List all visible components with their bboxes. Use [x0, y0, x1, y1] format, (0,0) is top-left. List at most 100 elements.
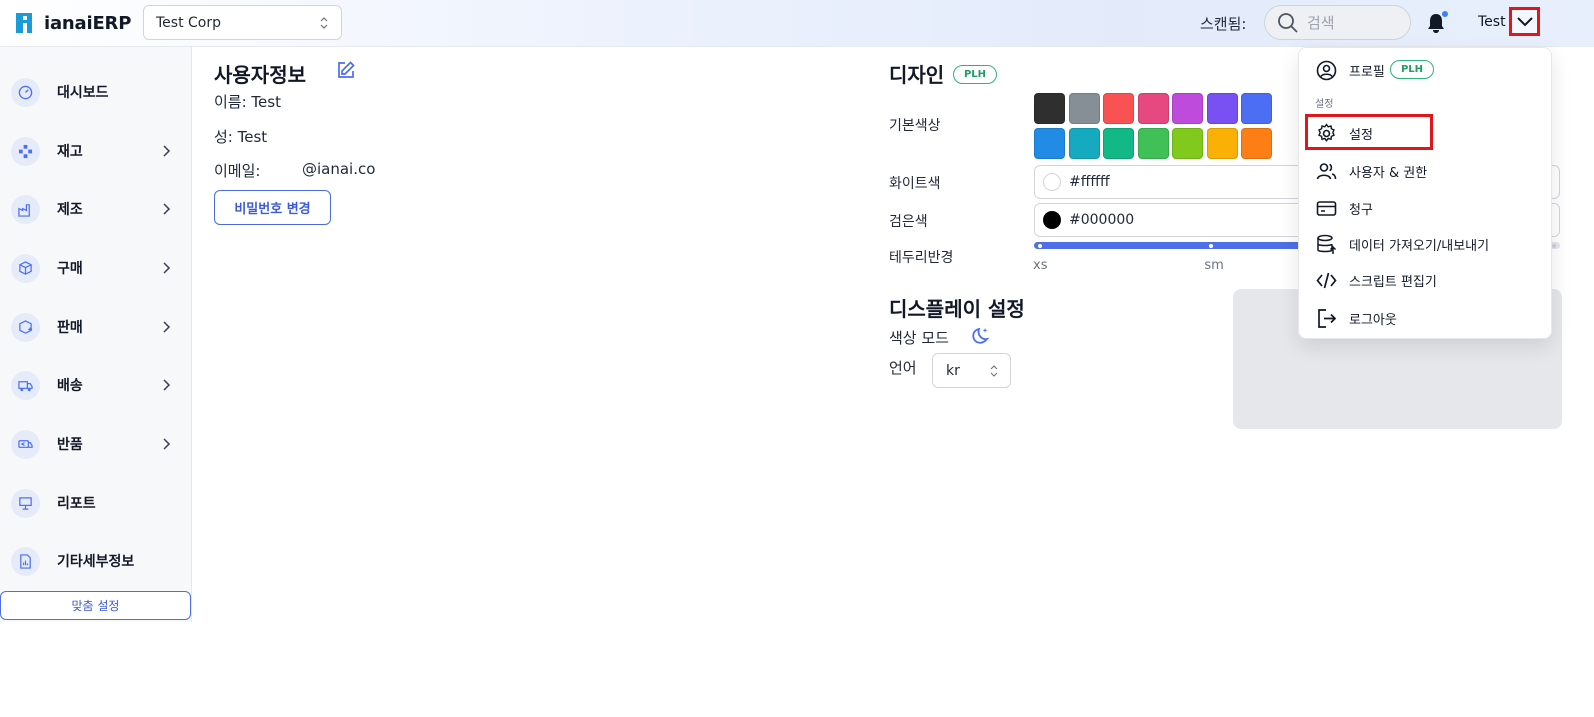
- company-select-value: Test Corp: [156, 14, 222, 31]
- design-title: 디자인: [889, 63, 945, 87]
- top-header: ianaiERP Test Corp 스캔됨: Test: [0, 0, 1594, 47]
- dropdown-item-label: 프로필: [1349, 64, 1385, 80]
- custom-settings-button[interactable]: 맞춤 설정: [0, 591, 191, 620]
- color-swatch[interactable]: [1137, 93, 1169, 124]
- notification-dot: [1442, 11, 1448, 17]
- sidebar-item-purchase[interactable]: 구매: [0, 248, 192, 288]
- dropdown-item-logout[interactable]: 로그아웃: [1299, 303, 1553, 333]
- color-swatch[interactable]: [1103, 93, 1134, 124]
- color-swatch[interactable]: [1068, 127, 1100, 159]
- credit-card-icon: [1316, 200, 1337, 216]
- color-swatch[interactable]: [1103, 127, 1134, 159]
- display-settings-title: 디스플레이 설정: [889, 297, 1025, 321]
- border-radius-label: 테두리반경: [889, 250, 954, 266]
- language-select[interactable]: kr: [932, 353, 1011, 388]
- color-swatch[interactable]: [1172, 127, 1203, 159]
- color-swatch[interactable]: [1068, 93, 1100, 124]
- sidebar-item-label: 대시보드: [57, 85, 109, 101]
- dropdown-section-label: 설정: [1315, 99, 1334, 110]
- chevron-right-icon: [163, 203, 171, 215]
- color-swatch[interactable]: [1137, 127, 1169, 159]
- sidebar-item-sales[interactable]: 판매: [0, 307, 192, 347]
- sidebar-item-returns[interactable]: 반품: [0, 424, 192, 464]
- logo-text: ianaiERP: [44, 12, 132, 34]
- dropdown-item-label: 사용자 & 권한: [1349, 165, 1428, 181]
- app-logo[interactable]: ianaiERP: [14, 10, 131, 36]
- gauge-icon: [11, 77, 40, 107]
- sidebar-item-reports[interactable]: 리포트: [0, 483, 192, 523]
- user-name-line: 이름: Test: [214, 93, 281, 111]
- black-color-dot: [1043, 211, 1061, 229]
- user-name[interactable]: Test: [1478, 14, 1506, 30]
- document-icon: [11, 546, 40, 576]
- moon-stars-icon[interactable]: [970, 325, 992, 347]
- sidebar-item-label: 반품: [57, 437, 83, 453]
- search-input[interactable]: [1307, 13, 1397, 32]
- slider-tick: [1038, 244, 1042, 248]
- search-icon: [1278, 12, 1298, 33]
- black-color-label: 검은색: [889, 214, 928, 230]
- logout-icon: [1318, 308, 1337, 328]
- dropdown-item-label: 로그아웃: [1349, 312, 1397, 328]
- dropdown-item-script-editor[interactable]: 스크립트 편집기: [1299, 265, 1553, 295]
- white-color-label: 화이트색: [889, 176, 941, 192]
- user-menu-toggle[interactable]: [1509, 7, 1540, 36]
- user-info-title: 사용자정보: [214, 63, 306, 87]
- color-mode-label: 색상 모드: [889, 329, 949, 347]
- dropdown-item-label: 스크립트 편집기: [1349, 274, 1437, 290]
- dropdown-item-label: 데이터 가져오기/내보내기: [1349, 238, 1490, 254]
- white-color-value: #ffffff: [1069, 174, 1110, 190]
- return-truck-icon: [11, 429, 40, 459]
- slider-tick-label: sm: [1204, 258, 1224, 273]
- white-color-dot: [1043, 173, 1061, 191]
- chevron-right-icon: [163, 321, 171, 333]
- color-swatch[interactable]: [1206, 127, 1238, 159]
- plh-badge: PLH: [953, 65, 997, 84]
- sidebar-item-other-details[interactable]: 기타세부정보: [0, 541, 192, 581]
- purchase-box-icon: [11, 253, 40, 283]
- sidebar-item-label: 제조: [57, 202, 83, 218]
- sidebar-item-dashboard[interactable]: 대시보드: [0, 72, 192, 112]
- sidebar-item-label: 구매: [57, 261, 83, 277]
- change-password-button[interactable]: 비밀번호 변경: [214, 190, 331, 225]
- sidebar-item-label: 리포트: [57, 496, 96, 512]
- updown-chevron-icon: [320, 16, 328, 29]
- updown-chevron-icon: [990, 364, 998, 377]
- scanned-label: 스캔됨:: [1200, 15, 1247, 33]
- color-swatch[interactable]: [1034, 127, 1065, 159]
- color-swatch[interactable]: [1241, 93, 1272, 124]
- sidebar-item-label: 판매: [57, 320, 83, 336]
- ianai-logo-icon: [16, 13, 32, 33]
- color-swatch[interactable]: [1206, 93, 1238, 124]
- truck-icon: [11, 370, 40, 400]
- sidebar-item-label: 재고: [57, 144, 83, 160]
- sidebar-item-label: 기타세부정보: [57, 554, 135, 570]
- sidebar-item-label: 배송: [57, 378, 83, 394]
- user-circle-icon: [1316, 60, 1337, 80]
- company-select[interactable]: Test Corp: [143, 5, 342, 40]
- chevron-right-icon: [163, 145, 171, 157]
- color-swatch[interactable]: [1034, 93, 1065, 124]
- dropdown-item-users-permissions[interactable]: 사용자 & 권한: [1299, 156, 1553, 186]
- search-box[interactable]: [1264, 5, 1411, 40]
- sidebar-item-manufacturing[interactable]: 제조: [0, 189, 192, 229]
- primary-color-label: 기본색상: [889, 118, 941, 134]
- chevron-right-icon: [163, 379, 171, 391]
- dropdown-item-billing[interactable]: 청구: [1299, 193, 1553, 223]
- chevron-right-icon: [163, 438, 171, 450]
- dropdown-item-label: 청구: [1349, 202, 1373, 218]
- edit-icon[interactable]: [336, 60, 356, 80]
- sidebar-item-shipping[interactable]: 배송: [0, 365, 192, 405]
- sidebar-item-inventory[interactable]: 재고: [0, 131, 192, 171]
- chevron-down-icon: [1516, 16, 1533, 26]
- color-swatch[interactable]: [1241, 127, 1272, 159]
- profile-plh-badge: PLH: [1390, 60, 1434, 79]
- color-swatch[interactable]: [1172, 93, 1203, 124]
- language-label: 언어: [889, 359, 917, 377]
- settings-highlight-box: [1305, 114, 1433, 150]
- user-email-value: @ianai.co: [302, 160, 376, 178]
- users-icon: [1316, 162, 1337, 179]
- inventory-icon: [11, 136, 40, 166]
- slider-tick-label: xs: [1033, 258, 1048, 273]
- dropdown-item-data-import-export[interactable]: 데이터 가져오기/내보내기: [1299, 229, 1553, 259]
